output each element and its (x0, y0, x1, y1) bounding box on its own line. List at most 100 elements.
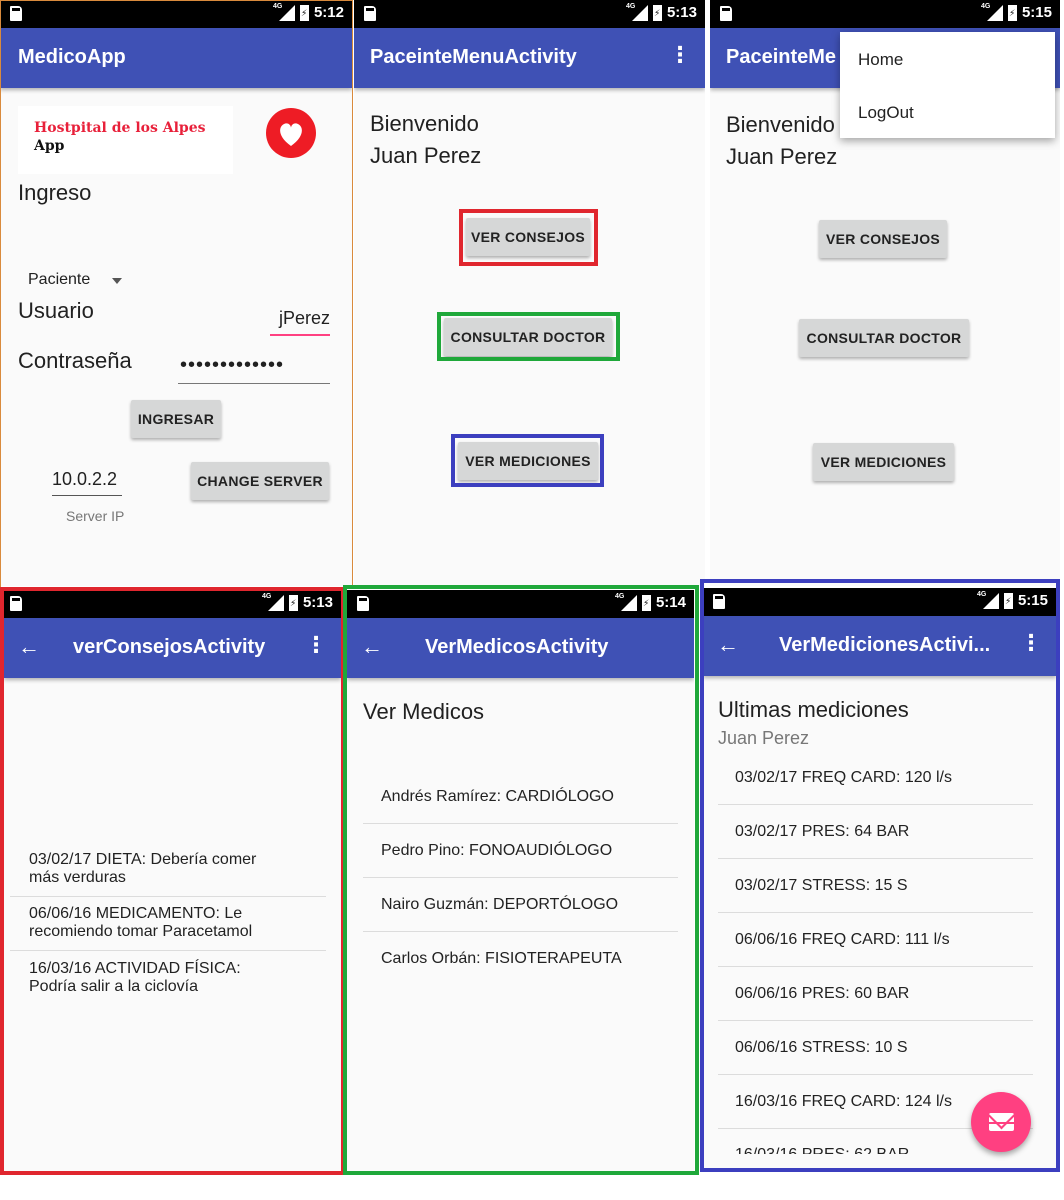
overflow-menu-icon[interactable]: ⋮ (1020, 630, 1042, 656)
sd-card-icon (10, 6, 22, 21)
list-item[interactable]: 16/03/16 ACTIVIDAD FÍSICA: Podría salir … (29, 960, 241, 996)
divider (718, 804, 1033, 805)
consejos-screen: 4G 5:13 ← verConsejosActivity ⋮ 03/02/17… (4, 590, 341, 1172)
logo-line2: App (34, 138, 65, 154)
heart-icon (266, 108, 316, 158)
role-spinner[interactable]: Paciente (28, 270, 128, 292)
email-fab-button[interactable] (971, 1092, 1031, 1152)
back-arrow-icon[interactable]: ← (717, 632, 739, 658)
app-title: MedicoApp (18, 46, 126, 68)
battery-icon (1007, 4, 1017, 21)
sd-card-icon (713, 594, 725, 609)
list-item[interactable]: 06/06/16 FREQ CARD: 111 l/s (735, 931, 950, 949)
menu-overflow-screen: 4G 5:15 PaceinteMe Bienvenido Juan Perez… (710, 0, 1060, 586)
divider (718, 858, 1033, 859)
app-bar: ← verConsejosActivity ⋮ (4, 618, 341, 678)
app-bar: PaceinteMenuActivity ⋮ (354, 28, 705, 88)
signal-icon: 4G (981, 3, 1003, 21)
status-bar: 4G 5:15 (703, 588, 1056, 616)
divider (363, 931, 678, 932)
user-value: jPerez (278, 308, 330, 328)
app-title: VerMedicionesActivi... (779, 634, 991, 656)
server-ip-field[interactable]: 10.0.2.2 (52, 468, 122, 496)
app-bar: ← VerMedicosActivity (347, 618, 694, 678)
app-bar: MedicoApp (0, 28, 352, 88)
user-name: Juan Perez (726, 144, 838, 169)
status-time: 5:15 (1021, 4, 1052, 21)
highlight-blue (451, 434, 604, 487)
app-title: VerMedicosActivity (425, 636, 609, 658)
hospital-logo: Hostpital de los Alpes App (18, 106, 233, 174)
welcome-text: Bienvenido (726, 112, 835, 137)
app-title: PaceinteMenuActivity (370, 46, 577, 68)
app-bar: ← VerMedicionesActivi... ⋮ (703, 616, 1056, 676)
user-label: Usuario (18, 298, 94, 323)
divider (718, 966, 1033, 967)
change-server-button[interactable]: CHANGE SERVER (191, 462, 329, 500)
battery-icon (288, 594, 298, 611)
status-time: 5:13 (302, 594, 333, 611)
list-item[interactable]: 03/02/17 STRESS: 15 S (735, 877, 908, 895)
login-heading: Ingreso (18, 180, 92, 205)
sd-card-icon (357, 596, 369, 611)
status-time: 5:12 (313, 4, 344, 21)
overflow-menu-icon[interactable]: ⋮ (669, 42, 691, 68)
list-item-line2: Podría salir a la ciclovía (29, 978, 198, 995)
back-arrow-icon[interactable]: ← (361, 634, 383, 660)
list-item[interactable]: Andrés Ramírez: CARDIÓLOGO (381, 788, 614, 806)
divider (10, 896, 326, 897)
email-icon (989, 1113, 1014, 1131)
server-ip-hint: Server IP (66, 508, 125, 524)
app-title: verConsejosActivity (73, 636, 266, 658)
list-item[interactable]: 03/02/17 FREQ CARD: 120 l/s (735, 769, 952, 787)
back-arrow-icon[interactable]: ← (18, 634, 40, 660)
role-selected: Paciente (28, 271, 91, 288)
login-button[interactable]: INGRESAR (131, 400, 221, 438)
medicos-screen: 4G 5:14 ← VerMedicosActivity Ver Medicos… (347, 590, 694, 1172)
list-item[interactable]: 16/03/16 FREQ CARD: 124 l/s (735, 1093, 952, 1111)
status-time: 5:15 (1017, 592, 1048, 609)
signal-icon: 4G (626, 3, 648, 21)
list-item[interactable]: 03/02/17 DIETA: Debería comer más verdur… (29, 851, 256, 887)
list-item-line1: 16/03/16 ACTIVIDAD FÍSICA: (29, 960, 241, 977)
consultar-doctor-button[interactable]: CONSULTAR DOCTOR (799, 319, 969, 357)
list-item-line2: recomiendo tomar Paracetamol (29, 923, 253, 940)
menu-item-logout[interactable]: LogOut (858, 103, 914, 123)
signal-icon: 4G (615, 593, 637, 611)
divider (363, 877, 678, 878)
overflow-menu-icon[interactable]: ⋮ (305, 632, 327, 658)
server-ip-value: 10.0.2.2 (52, 469, 118, 489)
list-item[interactable]: 03/02/17 PRES: 64 BAR (735, 823, 909, 841)
signal-icon: 4G (262, 593, 284, 611)
mediciones-heading: Ultimas mediciones (718, 697, 909, 722)
list-item[interactable]: Carlos Orbán: FISIOTERAPEUTA (381, 950, 622, 968)
divider (718, 912, 1033, 913)
list-item[interactable]: 06/06/16 PRES: 60 BAR (735, 985, 909, 1003)
battery-icon (652, 4, 662, 21)
list-item[interactable]: Nairo Guzmán: DEPORTÓLOGO (381, 896, 618, 914)
overflow-menu: Home LogOut (840, 32, 1055, 138)
ver-consejos-button[interactable]: VER CONSEJOS (819, 220, 947, 258)
password-field[interactable]: ••••••••••••• (178, 354, 330, 384)
ver-mediciones-button[interactable]: VER MEDICIONES (813, 443, 954, 481)
user-field[interactable]: jPerez (270, 306, 330, 336)
password-value: ••••••••••••• (180, 354, 285, 376)
password-label: Contraseña (18, 348, 132, 373)
app-title: PaceinteMe (726, 46, 837, 68)
list-item[interactable]: 06/06/16 MEDICAMENTO: Le recomiendo toma… (29, 905, 252, 941)
list-item[interactable]: 06/06/16 STRESS: 10 S (735, 1039, 908, 1057)
status-bar: 4G 5:13 (4, 590, 341, 618)
list-item[interactable]: 16/03/16 PRES: 62 BAR (735, 1146, 909, 1154)
logo-line1: Hostpital de los Alpes (34, 120, 206, 136)
highlight-green (437, 312, 620, 361)
sd-card-icon (10, 596, 22, 611)
list-item-line1: 03/02/17 DIETA: Debería comer (29, 851, 257, 868)
battery-icon (1003, 592, 1013, 609)
status-bar: 4G 5:14 (347, 590, 694, 618)
battery-icon (641, 594, 651, 611)
user-name: Juan Perez (370, 143, 482, 168)
sd-card-icon (720, 6, 732, 21)
menu-item-home[interactable]: Home (858, 50, 903, 70)
status-bar: 4G 5:15 (710, 0, 1060, 28)
list-item[interactable]: Pedro Pino: FONOAUDIÓLOGO (381, 842, 612, 860)
